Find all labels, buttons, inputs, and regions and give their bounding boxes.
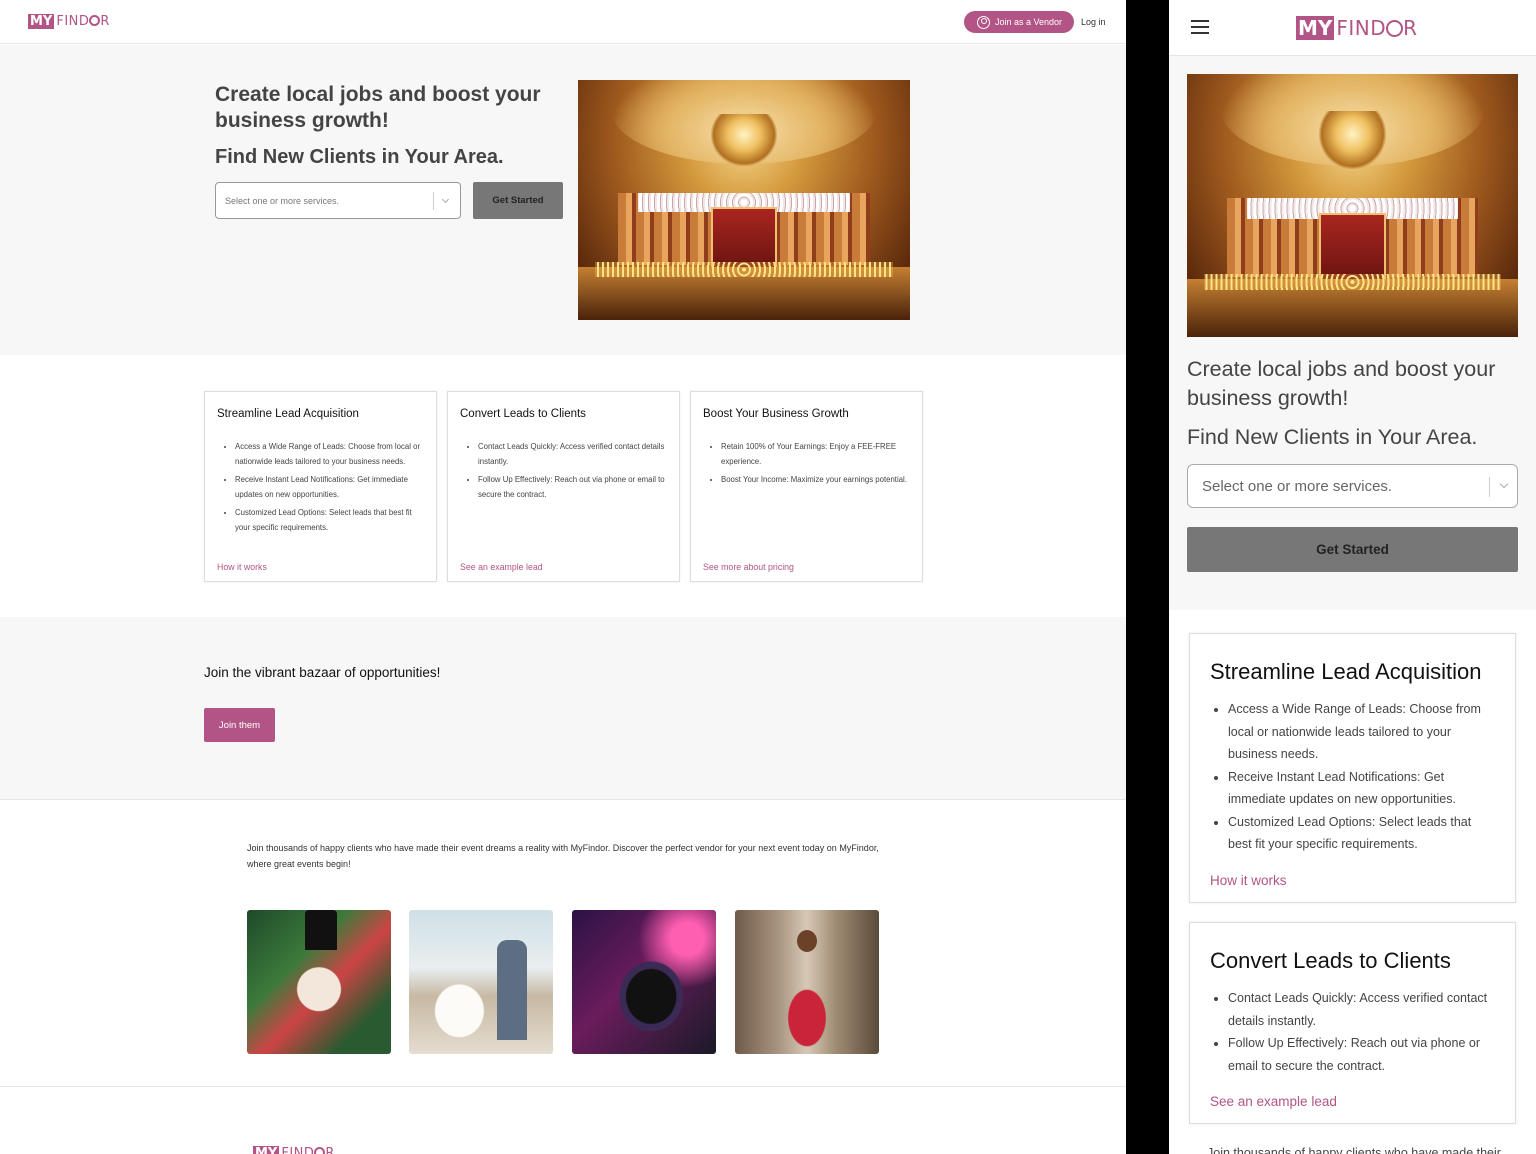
bullet: Customized Lead Options: Select leads th…: [235, 506, 424, 535]
logo-findor: FIND R: [281, 1147, 335, 1154]
mobile-header: MY FIND R: [1169, 0, 1536, 56]
services-select-placeholder: Select one or more services.: [1202, 477, 1393, 495]
bullet: Customized Lead Options: Select leads th…: [1228, 811, 1497, 856]
logo-findor: FIND R: [56, 14, 110, 29]
login-link[interactable]: Log in: [1081, 17, 1106, 27]
hero-subtitle: Find New Clients in Your Area.: [215, 146, 504, 168]
dancer-image: [735, 910, 879, 1054]
example-lead-link[interactable]: See an example lead: [1210, 1094, 1337, 1109]
clients-text: Join thousands of happy clients who have…: [247, 843, 879, 869]
bullet: Follow Up Effectively: Reach out via pho…: [478, 473, 667, 502]
mobile-feature-card-convert-leads: Convert Leads to Clients Contact Leads Q…: [1189, 922, 1516, 1124]
hero-title: Create local jobs and boost your busines…: [215, 83, 541, 132]
footer-divider: [0, 1086, 1126, 1087]
chevron-down-icon: [1499, 479, 1509, 489]
feature-card-title: Boost Your Business Growth: [703, 408, 849, 420]
chevron-down-icon: [441, 195, 450, 204]
feature-card-bullets: Access a Wide Range of Leads: Choose fro…: [235, 440, 424, 539]
feature-card-bullets: Retain 100% of Your Earnings: Enjoy a FE…: [721, 440, 910, 492]
bullet: Follow Up Effectively: Reach out via pho…: [1228, 1032, 1497, 1077]
bullet: Retain 100% of Your Earnings: Enjoy a FE…: [721, 440, 910, 469]
join-them-button[interactable]: Join them: [204, 708, 275, 742]
logo-my: MY: [28, 14, 55, 29]
logo-o-icon: [1386, 20, 1404, 37]
wedding-ceremony-image: [409, 910, 553, 1054]
pricing-link[interactable]: See more about pricing: [703, 562, 794, 572]
feature-card-title: Convert Leads to Clients: [1210, 948, 1451, 973]
feature-card-convert-leads: Convert Leads to Clients Contact Leads Q…: [447, 391, 680, 582]
dj-turntable-image: [572, 910, 716, 1054]
user-circle-icon: [977, 15, 990, 29]
bullet: Receive Instant Lead Notifications: Get …: [235, 473, 424, 502]
mobile-hero-wedding-image: [1187, 74, 1518, 337]
join-heading: Join the vibrant bazaar of opportunities…: [204, 665, 441, 680]
how-it-works-link[interactable]: How it works: [217, 562, 267, 572]
select-separator: [433, 192, 434, 210]
logo-o-icon: [89, 15, 101, 26]
feature-card-lead-acquisition: Streamline Lead Acquisition Access a Wid…: [204, 391, 437, 582]
bullet: Access a Wide Range of Leads: Choose fro…: [1228, 698, 1497, 766]
mobile-hero-title: Create local jobs and boost your busines…: [1187, 357, 1496, 410]
bullet: Access a Wide Range of Leads: Choose fro…: [235, 440, 424, 469]
join-section: Join the vibrant bazaar of opportunities…: [0, 617, 1126, 800]
mobile-hero-subtitle: Find New Clients in Your Area.: [1187, 425, 1478, 449]
feature-card-title: Streamline Lead Acquisition: [1210, 659, 1482, 684]
feature-card-title: Streamline Lead Acquisition: [217, 408, 359, 420]
bullet: Receive Instant Lead Notifications: Get …: [1228, 766, 1497, 811]
feature-card-bullets: Contact Leads Quickly: Access verified c…: [478, 440, 667, 506]
feature-card-business-growth: Boost Your Business Growth Retain 100% o…: [690, 391, 923, 582]
footer-logo[interactable]: MY FIND R: [253, 1146, 335, 1154]
mobile-services-select[interactable]: Select one or more services.: [1187, 464, 1518, 508]
hero-wedding-image: [578, 80, 910, 320]
bullet: Contact Leads Quickly: Access verified c…: [1228, 987, 1497, 1032]
desktop-view: MY FIND R Join as a Vendor Log in Create …: [0, 0, 1126, 1154]
how-it-works-link[interactable]: How it works: [1210, 873, 1287, 888]
join-as-vendor-label: Join as a Vendor: [995, 17, 1063, 27]
services-select-placeholder: Select one or more services.: [225, 195, 340, 206]
hamburger-menu-icon[interactable]: [1191, 20, 1209, 34]
join-as-vendor-button[interactable]: Join as a Vendor: [964, 11, 1074, 33]
bullet: Contact Leads Quickly: Access verified c…: [478, 440, 667, 469]
feature-card-bullets: Contact Leads Quickly: Access verified c…: [1228, 987, 1497, 1077]
select-separator: [1489, 477, 1490, 497]
example-lead-link[interactable]: See an example lead: [460, 562, 543, 572]
magician-image: [247, 910, 391, 1054]
hero-section: Create local jobs and boost your busines…: [0, 45, 1126, 355]
bullet: Boost Your Income: Maximize your earning…: [721, 473, 910, 488]
mobile-view: MY FIND R Create local jobs and boost you…: [1169, 0, 1536, 1154]
logo-my: MY: [1296, 16, 1335, 40]
logo-o-icon: [314, 1147, 326, 1154]
feature-card-bullets: Access a Wide Range of Leads: Choose fro…: [1228, 698, 1497, 856]
logo-findor: FIND R: [1336, 16, 1418, 40]
mobile-clients-text: Join thousands of happy clients who have…: [1207, 1146, 1501, 1154]
get-started-button[interactable]: Get Started: [473, 182, 563, 219]
header: MY FIND R Join as a Vendor Log in: [0, 0, 1126, 44]
services-select[interactable]: Select one or more services.: [215, 182, 461, 219]
logo-my: MY: [253, 1146, 280, 1154]
mobile-feature-card-lead-acquisition: Streamline Lead Acquisition Access a Wid…: [1189, 633, 1516, 903]
mobile-get-started-button[interactable]: Get Started: [1187, 527, 1518, 572]
logo[interactable]: MY FIND R: [28, 14, 110, 29]
mobile-logo[interactable]: MY FIND R: [1296, 16, 1418, 40]
feature-card-title: Convert Leads to Clients: [460, 408, 586, 420]
